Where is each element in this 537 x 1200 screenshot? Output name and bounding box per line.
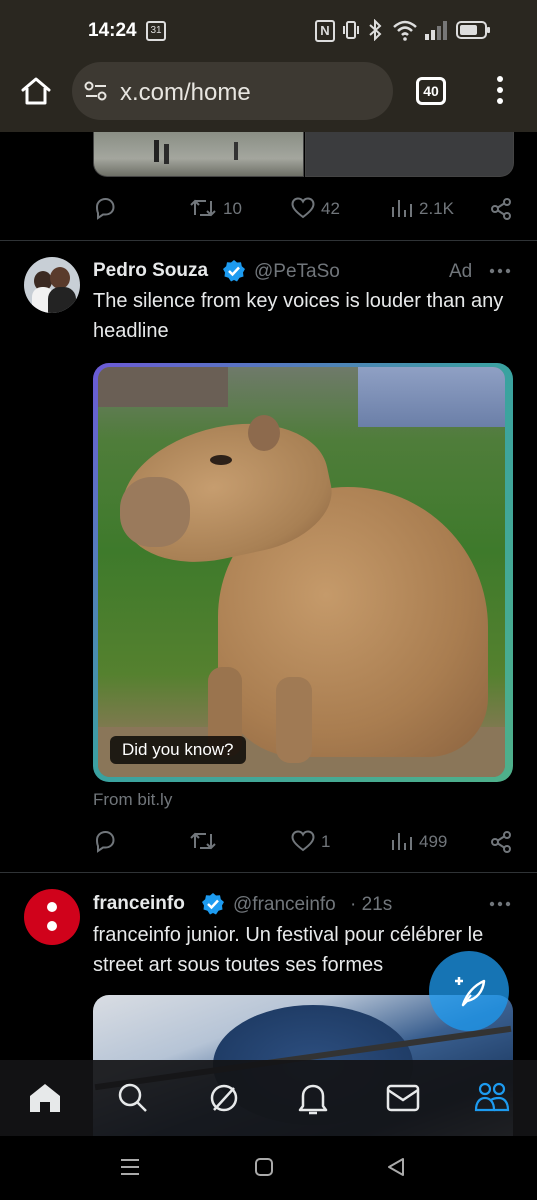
repost-count: 10 xyxy=(223,199,242,218)
share-icon[interactable] xyxy=(489,830,513,854)
compose-feather-icon xyxy=(455,977,486,1007)
site-settings-icon[interactable] xyxy=(84,81,108,101)
prev-tweet-image-right[interactable] xyxy=(305,132,514,177)
tweet-text: The silence from key voices is louder th… xyxy=(93,290,504,342)
avatar[interactable] xyxy=(24,257,80,313)
like-icon[interactable] xyxy=(291,197,315,219)
author-handle[interactable]: @PeTaSo xyxy=(254,261,340,283)
system-navigation-bar xyxy=(0,1136,537,1200)
notifications-tab-icon[interactable] xyxy=(297,1082,329,1116)
browser-toolbar: x.com/home 40 xyxy=(0,58,537,132)
nfc-icon: N xyxy=(315,20,335,42)
recent-apps-icon[interactable] xyxy=(120,1158,140,1176)
battery-icon xyxy=(456,21,490,39)
reply-icon[interactable] xyxy=(93,196,117,220)
author-handle[interactable]: @franceinfo xyxy=(233,894,336,916)
card-source[interactable]: From bit.ly xyxy=(93,790,172,810)
address-bar[interactable]: x.com/home xyxy=(72,62,393,120)
bluetooth-icon xyxy=(369,19,382,41)
views-icon[interactable] xyxy=(391,198,413,218)
like-count: 42 xyxy=(321,199,340,218)
views-count: 499 xyxy=(419,832,448,851)
verified-badge-icon xyxy=(202,893,224,915)
home-tab-icon[interactable] xyxy=(28,1082,62,1114)
card-caption: Did you know? xyxy=(110,736,246,764)
communities-tab-icon[interactable] xyxy=(474,1080,510,1114)
home-icon[interactable] xyxy=(20,76,52,106)
ad-tweet-actions: 1 499 xyxy=(93,829,513,855)
ad-tweet[interactable]: Pedro Souza @PeTaSo Ad The silence from … xyxy=(0,241,537,871)
more-options-icon[interactable] xyxy=(495,74,505,106)
bottom-navigation xyxy=(0,1060,537,1136)
home-button-icon[interactable] xyxy=(254,1157,274,1177)
back-icon[interactable] xyxy=(386,1157,406,1177)
more-icon[interactable] xyxy=(489,268,511,274)
capybara-photo xyxy=(98,367,505,777)
ad-label: Ad xyxy=(449,261,473,282)
repost-icon[interactable] xyxy=(190,830,216,852)
reply-icon[interactable] xyxy=(93,829,117,853)
avatar[interactable] xyxy=(24,889,80,945)
author-name[interactable]: franceinfo xyxy=(93,893,185,915)
views-count: 2.1K xyxy=(419,199,454,218)
signal-icon xyxy=(425,21,447,40)
verified-badge-icon xyxy=(223,260,245,282)
messages-tab-icon[interactable] xyxy=(386,1084,420,1112)
promo-card-image[interactable]: Did you know? xyxy=(93,363,513,782)
compose-button[interactable] xyxy=(429,951,509,1031)
post-time[interactable]: · 21s xyxy=(350,894,392,916)
like-icon[interactable] xyxy=(291,830,315,852)
tab-switcher-button[interactable]: 40 xyxy=(416,77,446,105)
author-name[interactable]: Pedro Souza xyxy=(93,260,208,282)
like-count: 1 xyxy=(321,832,331,851)
status-bar: 14:24 31 N xyxy=(0,0,537,58)
prev-tweet-actions: 10 42 2.1K xyxy=(93,196,513,222)
views-icon[interactable] xyxy=(391,831,413,851)
calendar-icon: 31 xyxy=(146,21,166,41)
share-icon[interactable] xyxy=(489,197,513,221)
prev-tweet-image-left[interactable] xyxy=(93,132,304,177)
more-icon[interactable] xyxy=(489,901,511,907)
clock: 14:24 xyxy=(88,20,137,41)
search-tab-icon[interactable] xyxy=(117,1082,149,1114)
vibrate-icon xyxy=(343,21,359,39)
url-text[interactable]: x.com/home xyxy=(120,79,251,107)
wifi-icon xyxy=(393,20,417,41)
grok-tab-icon[interactable] xyxy=(208,1082,240,1114)
repost-icon[interactable] xyxy=(190,197,216,219)
